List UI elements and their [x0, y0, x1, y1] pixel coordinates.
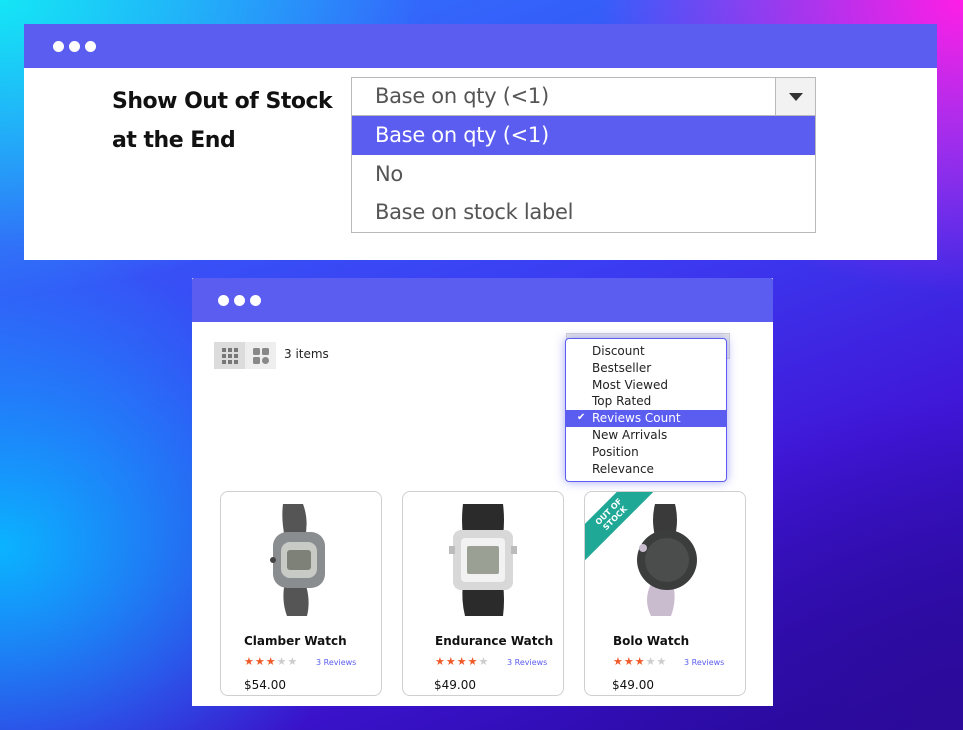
product-card[interactable]: Endurance Watch ★ ★ ★ ★ ★ 3 Reviews $49.…: [402, 491, 564, 696]
product-name[interactable]: Clamber Watch: [244, 634, 347, 648]
sort-option-label: Top Rated: [592, 394, 652, 409]
rating-stars: ★ ★ ★ ★ ★: [435, 656, 488, 668]
grid-icon: [221, 347, 238, 364]
select-current-value: Base on qty (<1): [375, 84, 549, 108]
storefront-window: 3 items Discount Bestseller Most Viewed …: [192, 278, 773, 706]
chevron-down-icon[interactable]: [775, 78, 815, 115]
product-price: $54.00: [244, 678, 286, 692]
list-view-button[interactable]: [245, 342, 276, 369]
sort-option[interactable]: Relevance: [566, 461, 726, 478]
sort-option[interactable]: Top Rated: [566, 393, 726, 410]
star-icon: ★: [276, 655, 287, 668]
sort-option[interactable]: Position: [566, 444, 726, 461]
product-card[interactable]: Clamber Watch ★ ★ ★ ★ ★ 3 Reviews $54.00: [220, 491, 382, 696]
sort-option-label: Relevance: [592, 461, 654, 476]
tiles-icon: [252, 347, 269, 364]
product-price: $49.00: [612, 678, 654, 692]
star-icon: ★: [478, 655, 489, 668]
window-dot-icon: [85, 40, 96, 52]
star-icon: ★: [634, 655, 645, 668]
window-dot-icon: [218, 294, 229, 306]
sort-option[interactable]: Most Viewed: [566, 377, 726, 394]
product-name[interactable]: Endurance Watch: [435, 634, 553, 648]
product-price: $49.00: [434, 678, 476, 692]
sort-option[interactable]: ✔ Reviews Count: [566, 410, 726, 427]
grid-view-button[interactable]: [214, 342, 245, 369]
reviews-link[interactable]: 3 Reviews: [316, 658, 356, 667]
setting-label: Show Out of Stock at the End: [112, 89, 333, 153]
config-window-titlebar: [24, 24, 937, 68]
view-mode-toggle: [214, 342, 276, 369]
sort-option-label: Discount: [592, 344, 645, 358]
sort-option-label: Most Viewed: [592, 377, 668, 392]
rating-stars: ★ ★ ★ ★ ★: [613, 656, 666, 668]
sort-option-label: Bestseller: [592, 360, 652, 375]
star-icon: ★: [435, 655, 445, 668]
config-window: Show Out of Stock at the End Base on qty…: [24, 24, 937, 260]
sort-option[interactable]: New Arrivals: [566, 427, 726, 444]
window-dot-icon: [69, 40, 80, 52]
window-dot-icon: [234, 294, 245, 306]
star-icon: ★: [623, 655, 634, 668]
sort-option-label: Reviews Count: [592, 411, 681, 426]
sort-dropdown: Discount Bestseller Most Viewed Top Rate…: [565, 338, 727, 482]
window-dot-icon: [250, 294, 261, 306]
star-icon: ★: [645, 655, 656, 668]
reviews-link[interactable]: 3 Reviews: [507, 658, 547, 667]
star-icon: ★: [456, 655, 467, 668]
reviews-link[interactable]: 3 Reviews: [684, 658, 724, 667]
product-card[interactable]: OUT OF STOCK Bolo Watch ★ ★ ★ ★ ★ 3 Revi…: [584, 491, 746, 696]
select-option[interactable]: Base on stock label: [352, 193, 815, 232]
star-icon: ★: [244, 655, 254, 668]
star-icon: ★: [467, 655, 478, 668]
items-count: 3 items: [284, 347, 329, 361]
sort-option[interactable]: Bestseller: [566, 360, 726, 377]
star-icon: ★: [656, 655, 667, 668]
star-icon: ★: [287, 655, 298, 668]
select-option[interactable]: No: [352, 155, 815, 194]
select-option[interactable]: Base on qty (<1): [352, 116, 815, 155]
watch-image-icon: [449, 504, 517, 616]
sort-option-label: New Arrivals: [592, 427, 668, 442]
check-icon: ✔: [577, 412, 586, 424]
star-icon: ★: [265, 655, 276, 668]
star-icon: ★: [613, 655, 623, 668]
window-dot-icon: [53, 40, 64, 52]
rating-stars: ★ ★ ★ ★ ★: [244, 656, 297, 668]
star-icon: ★: [254, 655, 265, 668]
star-icon: ★: [445, 655, 456, 668]
sort-option-label: Position: [592, 444, 639, 459]
out-of-stock-select[interactable]: Base on qty (<1): [351, 77, 816, 116]
sort-option[interactable]: Discount: [566, 343, 726, 360]
storefront-window-titlebar: [192, 278, 773, 322]
product-name[interactable]: Bolo Watch: [613, 634, 689, 648]
select-option-list: Base on qty (<1) No Base on stock label: [351, 116, 816, 233]
watch-image-icon: [270, 504, 325, 616]
